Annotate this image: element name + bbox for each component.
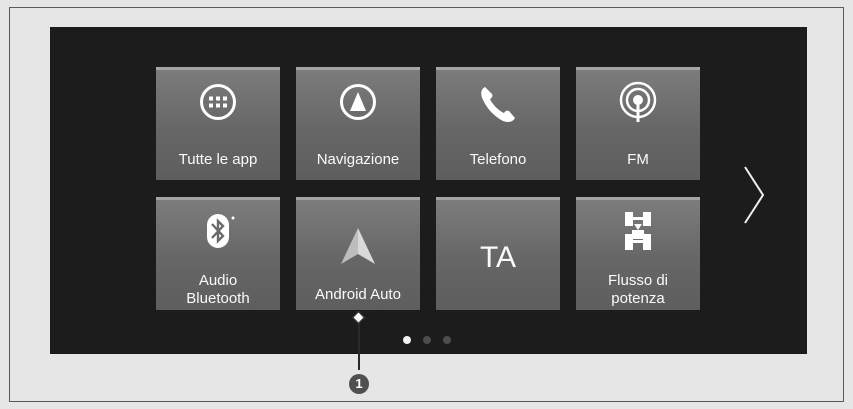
tile-navigation[interactable]: Navigazione — [296, 67, 420, 180]
page-dot-2[interactable] — [423, 336, 431, 344]
tile-label: FM — [627, 151, 649, 168]
tile-audio-bluetooth[interactable]: Audio Bluetooth — [156, 197, 280, 310]
tile-all-apps[interactable]: Tutte le app — [156, 67, 280, 180]
tile-android-auto[interactable]: Android Auto — [296, 197, 420, 310]
tile-label: Android Auto — [315, 286, 401, 303]
infotainment-screen: Tutte le app Navigazione Telefono FM Aud… — [50, 27, 807, 354]
tile-phone[interactable]: Telefono — [436, 67, 560, 180]
page-dot-3[interactable] — [443, 336, 451, 344]
navigation-icon — [296, 82, 420, 122]
tile-label: TA — [479, 241, 517, 274]
chevron-right-icon[interactable] — [742, 165, 766, 230]
power-flow-icon — [576, 210, 700, 254]
tile-label: Navigazione — [316, 151, 400, 168]
callout-line — [358, 318, 360, 370]
tile-ta[interactable]: TA — [436, 197, 560, 310]
tile-label-line1: Flusso di — [607, 272, 669, 289]
radio-antenna-icon — [576, 80, 700, 126]
tile-label-line2: Bluetooth — [186, 290, 250, 307]
bluetooth-icon — [156, 212, 280, 252]
apps-grid-icon — [156, 82, 280, 122]
phone-icon — [436, 82, 560, 126]
callout-badge: 1 — [349, 374, 369, 394]
tile-label-line2: potenza — [611, 290, 665, 307]
tile-label: Tutte le app — [178, 151, 258, 168]
page-dot-1[interactable] — [403, 336, 411, 344]
tile-label: Telefono — [469, 151, 527, 168]
android-auto-icon — [296, 226, 420, 266]
tile-power-flow[interactable]: Flusso di potenza — [576, 197, 700, 310]
tile-fm[interactable]: FM — [576, 67, 700, 180]
tile-label-line1: Audio — [198, 272, 238, 289]
